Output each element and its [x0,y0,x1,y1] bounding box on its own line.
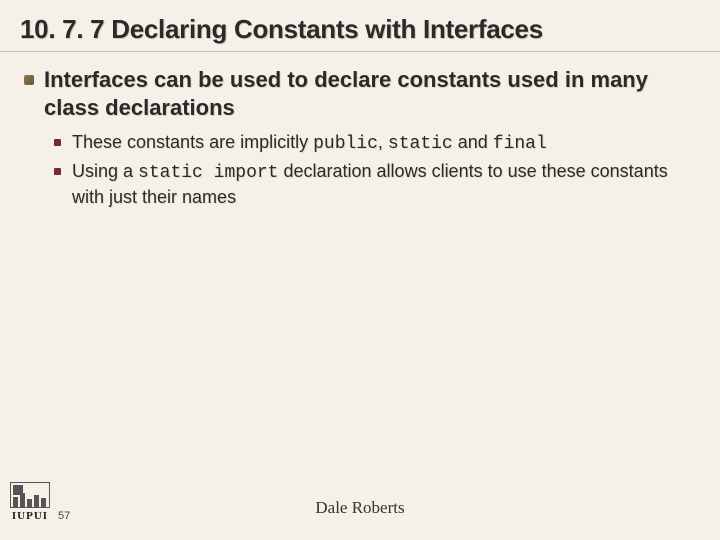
code-fragment: static [388,134,453,154]
bullet-level-1: Interfaces can be used to declare consta… [44,66,700,121]
text-fragment: , [378,132,388,152]
code-fragment: static import [138,163,278,183]
slide: 10. 7. 7 Declaring Constants with Interf… [0,0,720,540]
text-fragment: and [453,132,493,152]
title-area: 10. 7. 7 Declaring Constants with Interf… [0,0,720,52]
slide-title: 10. 7. 7 Declaring Constants with Interf… [20,14,700,45]
author-name: Dale Roberts [0,498,720,518]
bullet-level-2: These constants are implicitly public, s… [72,131,700,156]
bullet-level-2: Using a static import declaration allows… [72,160,700,209]
code-fragment: final [493,134,547,154]
code-fragment: public [313,134,378,154]
content-area: Interfaces can be used to declare consta… [0,52,720,209]
footer: IUPUI 57 Dale Roberts [0,480,720,530]
text-fragment: Using a [72,161,138,181]
sub-bullet-list: These constants are implicitly public, s… [44,131,700,209]
text-fragment: These constants are implicitly [72,132,313,152]
